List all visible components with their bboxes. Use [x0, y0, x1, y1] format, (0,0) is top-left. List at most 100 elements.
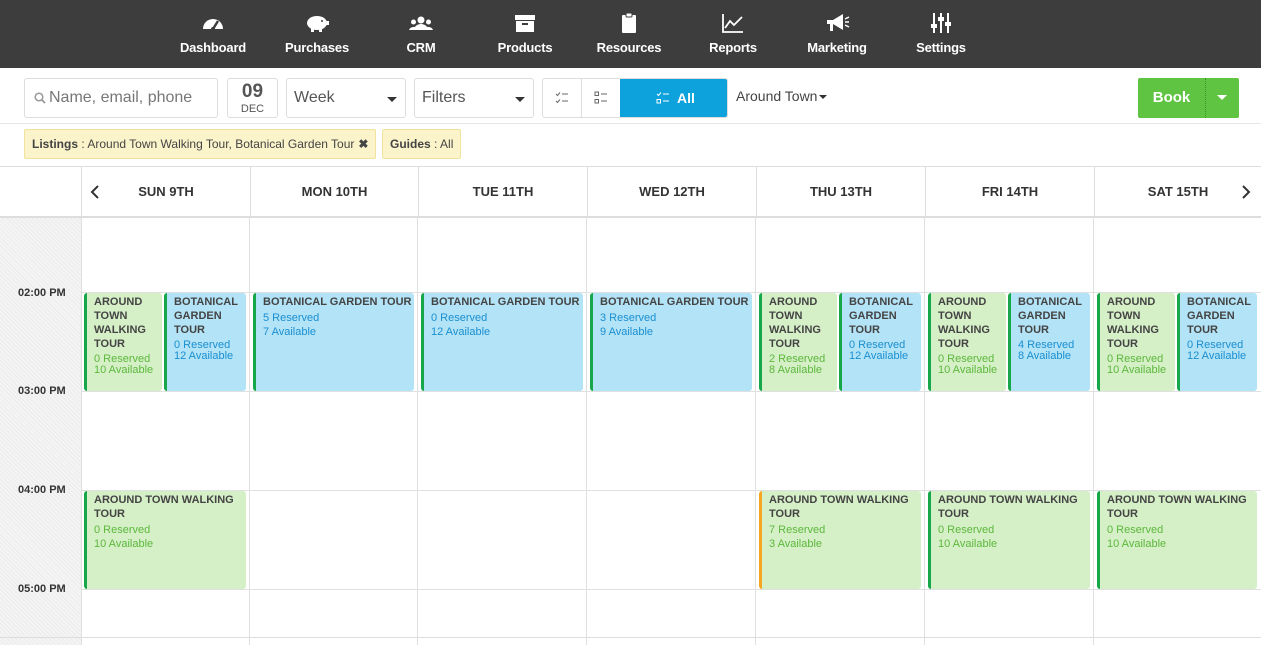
checklist-icon	[656, 92, 669, 104]
event-title: AROUND TOWN WALKING TOUR	[1107, 296, 1159, 350]
nav-products[interactable]: Products	[480, 12, 570, 55]
nav-dashboard[interactable]: Dashboard	[168, 12, 258, 55]
calendar-event[interactable]: BOTANICAL GARDEN TOUR 0 Reserved 12 Availa…	[164, 293, 246, 391]
dashboard-gauge-icon	[203, 19, 223, 31]
event-available: 10 Available	[938, 364, 998, 376]
day-label: FRI 14TH	[981, 184, 1039, 199]
nav-label: Settings	[916, 40, 966, 55]
grid-line	[586, 218, 587, 645]
location-dropdown[interactable]: Around Town	[736, 88, 828, 104]
calendar-event[interactable]: BOTANICAL GARDEN TOUR 0 Reserved 12 Availa…	[1177, 293, 1257, 391]
calendar-event[interactable]: AROUND TOWN WALKING TOUR 0 Reserved 10 Ava…	[84, 491, 246, 589]
event-available: 9 Available	[600, 326, 654, 338]
search-input[interactable]	[49, 79, 214, 117]
event-title: BOTANICAL GARDEN TOUR	[600, 296, 749, 308]
mode-unchecked-button[interactable]	[582, 79, 620, 117]
day-label: WED 12TH	[639, 184, 705, 199]
filters-select[interactable]: Filters	[414, 78, 534, 118]
nav-label: Reports	[709, 40, 757, 55]
event-title: AROUND TOWN WALKING TOUR	[938, 494, 1078, 520]
book-dropdown-button[interactable]	[1206, 78, 1239, 118]
nav-marketing[interactable]: Marketing	[792, 12, 882, 55]
event-title: AROUND TOWN WALKING TOUR	[938, 296, 990, 350]
chip-key: Guides	[390, 137, 431, 151]
grid-line	[417, 218, 418, 645]
toolbar: 09 DEC Week Filters	[0, 68, 1261, 124]
calendar-event[interactable]: AROUND TOWN WALKING TOUR 0 Reserved 10 Ava…	[928, 293, 1006, 391]
date-month: DEC	[240, 103, 265, 115]
nav-crm[interactable]: CRM	[376, 12, 466, 55]
grid-line	[924, 218, 925, 645]
chip-value: : All	[430, 137, 454, 151]
nav-label: CRM	[406, 40, 436, 55]
sliders-icon	[931, 13, 951, 33]
event-reserved: 7 Reserved	[769, 524, 826, 536]
event-title: BOTANICAL GARDEN TOUR	[431, 296, 580, 308]
day-header-mon: MON 10TH	[250, 167, 418, 217]
event-reserved: 5 Reserved	[263, 312, 320, 324]
nav-purchases[interactable]: Purchases	[272, 12, 362, 55]
archive-box-icon	[515, 15, 535, 32]
view-select[interactable]: Week	[286, 78, 406, 118]
date-picker[interactable]: 09 DEC	[227, 78, 278, 118]
nav-label: Resources	[596, 40, 662, 55]
nav-resources[interactable]: Resources	[584, 12, 674, 55]
calendar-event[interactable]: AROUND TOWN WALKING TOUR 0 Reserved 10 Ava…	[1097, 293, 1175, 391]
nav-label: Dashboard	[179, 40, 247, 55]
calendar-event[interactable]: AROUND TOWN WALKING TOUR 0 Reserved 10 Ava…	[84, 293, 162, 391]
chevron-right-icon[interactable]	[1239, 184, 1253, 200]
day-label: TUE 11TH	[472, 184, 534, 199]
nav-settings[interactable]: Settings	[896, 12, 986, 55]
listings-filter-chip: Listings : Around Town Walking Tour, Bot…	[24, 129, 377, 159]
event-available: 8 Available	[769, 364, 823, 376]
search-icon	[34, 92, 46, 104]
calendar-event[interactable]: BOTANICAL GARDEN TOUR 4 Reserved 8 Availab…	[1008, 293, 1090, 391]
day-header-wed: WED 12TH	[587, 167, 756, 217]
calendar-event[interactable]: AROUND TOWN WALKING TOUR 2 Reserved 8 Avai…	[759, 293, 837, 391]
view-select-value: Week	[294, 89, 335, 106]
nav-label: Products	[497, 40, 553, 55]
calendar-event[interactable]: AROUND TOWN WALKING TOUR 0 Reserved 10 Ava…	[928, 491, 1090, 589]
top-nav: Dashboard Purchases CRM Products Resourc…	[0, 0, 1261, 68]
time-label: 05:00 PM	[18, 583, 66, 595]
event-title: BOTANICAL GARDEN TOUR	[174, 296, 238, 336]
mode-all-button[interactable]: All	[620, 79, 727, 117]
day-header-thu: THU 13TH	[756, 167, 925, 217]
calendar-event[interactable]: AROUND TOWN WALKING TOUR 0 Reserved 10 Ava…	[1097, 491, 1257, 589]
chevron-left-icon[interactable]	[88, 184, 102, 200]
event-available: 12 Available	[849, 350, 909, 362]
day-header-fri: FRI 14TH	[925, 167, 1094, 217]
location-label: Around Town	[736, 88, 818, 104]
caret-down-icon	[1217, 95, 1227, 100]
event-title: AROUND TOWN WALKING TOUR	[769, 296, 821, 350]
time-label: 03:00 PM	[18, 385, 66, 397]
event-available: 10 Available	[94, 538, 154, 550]
event-available: 10 Available	[1107, 364, 1167, 376]
day-header-sun: SUN 9TH	[81, 167, 250, 217]
mode-checked-button[interactable]	[543, 79, 582, 117]
grid-line	[1093, 218, 1094, 645]
event-title: BOTANICAL GARDEN TOUR	[1187, 296, 1251, 336]
calendar-event[interactable]: BOTANICAL GARDEN TOUR 5 Reserved 7 Availab…	[253, 293, 414, 391]
day-label: MON 10TH	[301, 184, 368, 199]
event-title: AROUND TOWN WALKING TOUR	[94, 296, 146, 350]
book-button-group: Book	[1138, 78, 1239, 118]
list-boxes-icon	[594, 91, 607, 104]
book-button[interactable]: Book	[1138, 78, 1205, 118]
calendar-event[interactable]: BOTANICAL GARDEN TOUR 0 Reserved 12 Availa…	[839, 293, 921, 391]
event-available: 12 Available	[174, 350, 234, 362]
event-reserved: 0 Reserved	[1107, 524, 1164, 536]
remove-filter-icon[interactable]: ✖	[358, 137, 368, 151]
nav-reports[interactable]: Reports	[688, 12, 778, 55]
calendar-event[interactable]: AROUND TOWN WALKING TOUR 7 Reserved 3 Avai…	[759, 491, 921, 589]
event-available: 12 Available	[1187, 350, 1247, 362]
grid-line	[249, 218, 250, 645]
calendar-event[interactable]: BOTANICAL GARDEN TOUR 0 Reserved 12 Availa…	[421, 293, 583, 391]
day-label: SUN 9TH	[138, 184, 194, 199]
event-available: 10 Available	[1107, 538, 1167, 550]
event-available: 12 Available	[431, 326, 491, 338]
event-title: BOTANICAL GARDEN TOUR	[1018, 296, 1082, 336]
chip-key: Listings	[32, 137, 79, 151]
calendar-event[interactable]: BOTANICAL GARDEN TOUR 3 Reserved 9 Availab…	[590, 293, 752, 391]
event-reserved: 0 Reserved	[938, 524, 995, 536]
